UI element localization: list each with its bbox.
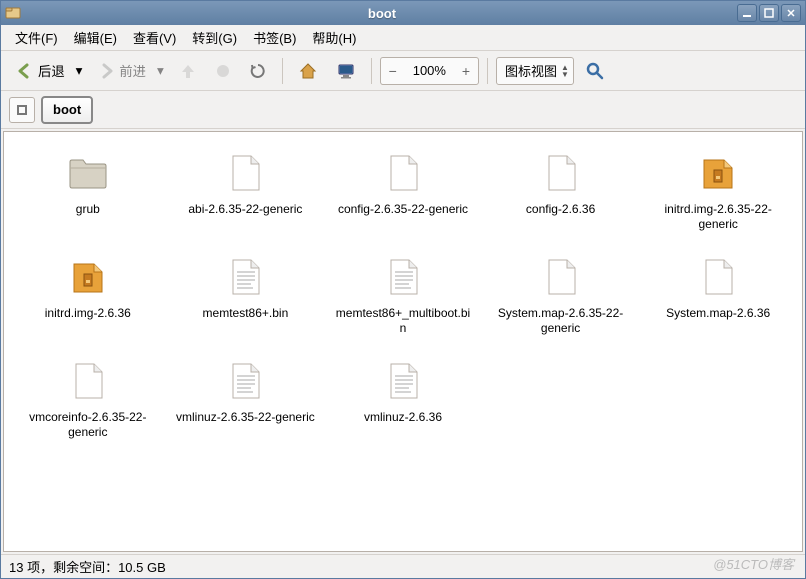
minimize-button[interactable] xyxy=(737,4,757,22)
file-label: memtest86+.bin xyxy=(203,306,289,321)
file-item[interactable]: initrd.img-2.6.35-22-generic xyxy=(644,146,792,232)
reload-icon xyxy=(249,62,267,80)
menubar: 文件(F) 编辑(E) 查看(V) 转到(G) 书签(B) 帮助(H) xyxy=(1,25,805,51)
file-icon xyxy=(377,146,429,198)
up-arrow-icon xyxy=(179,62,197,80)
reload-button[interactable] xyxy=(242,56,274,86)
file-icon xyxy=(692,250,744,302)
file-item[interactable]: memtest86+.bin xyxy=(172,250,320,336)
toolbar-separator xyxy=(371,58,372,84)
file-item[interactable]: abi-2.6.35-22-generic xyxy=(172,146,320,232)
home-icon xyxy=(298,61,318,81)
view-mode-label: 图标视图 xyxy=(505,61,557,80)
file-label: System.map-2.6.36 xyxy=(666,306,770,321)
statusbar: 13 项，剩余空间：10.5 GB xyxy=(1,554,805,578)
file-label: vmlinuz-2.6.36 xyxy=(364,410,442,425)
search-icon xyxy=(585,61,605,81)
titlebar: boot xyxy=(1,1,805,25)
back-dropdown[interactable]: ▾ xyxy=(72,56,87,86)
window: boot 文件(F) 编辑(E) 查看(V) 转到(G) 书签(B) 帮助(H)… xyxy=(0,0,806,579)
file-item[interactable]: grub xyxy=(14,146,162,232)
forward-arrow-icon xyxy=(97,62,115,80)
file-item[interactable]: initrd.img-2.6.36 xyxy=(14,250,162,336)
stop-icon xyxy=(215,63,231,79)
menu-edit[interactable]: 编辑(E) xyxy=(66,25,125,50)
forward-button: 前进 xyxy=(90,56,153,86)
file-item[interactable]: config-2.6.36 xyxy=(487,146,635,232)
file-item[interactable]: System.map-2.6.36 xyxy=(644,250,792,336)
back-button-group: 后退 ▾ xyxy=(9,56,86,86)
toolbar-separator xyxy=(487,58,488,84)
file-label: config-2.6.35-22-generic xyxy=(338,202,468,217)
app-icon xyxy=(5,5,21,21)
file-item[interactable]: System.map-2.6.35-22-generic xyxy=(487,250,635,336)
status-text: 13 项，剩余空间：10.5 GB xyxy=(9,557,166,576)
archive-icon xyxy=(62,250,114,302)
computer-button[interactable] xyxy=(329,56,363,86)
back-button[interactable]: 后退 xyxy=(9,56,72,86)
file-item[interactable]: vmcoreinfo-2.6.35-22-generic xyxy=(14,354,162,440)
window-title: boot xyxy=(27,6,737,21)
computer-icon xyxy=(336,61,356,81)
text-icon xyxy=(219,354,271,406)
toolbar: 后退 ▾ 前进 ▾ − 100% xyxy=(1,51,805,91)
menu-bookmarks[interactable]: 书签(B) xyxy=(245,25,304,50)
file-label: System.map-2.6.35-22-generic xyxy=(491,306,631,336)
menu-view[interactable]: 查看(V) xyxy=(125,25,184,50)
menu-go[interactable]: 转到(G) xyxy=(184,25,245,50)
search-button[interactable] xyxy=(578,56,612,86)
edit-icon xyxy=(17,105,27,115)
toolbar-separator xyxy=(282,58,283,84)
file-label: initrd.img-2.6.36 xyxy=(45,306,131,321)
back-arrow-icon xyxy=(16,62,34,80)
window-controls xyxy=(737,4,801,22)
file-item[interactable]: memtest86+_multiboot.bin xyxy=(329,250,477,336)
file-item[interactable]: vmlinuz-2.6.36 xyxy=(329,354,477,440)
zoom-out-button[interactable]: − xyxy=(381,63,405,79)
chevron-down-icon: ▾ xyxy=(76,63,83,79)
file-label: abi-2.6.35-22-generic xyxy=(188,202,302,217)
forward-label: 前进 xyxy=(119,61,146,80)
file-label: vmlinuz-2.6.35-22-generic xyxy=(176,410,315,425)
file-icon xyxy=(219,146,271,198)
file-label: initrd.img-2.6.35-22-generic xyxy=(648,202,788,232)
text-icon xyxy=(377,354,429,406)
file-item[interactable]: vmlinuz-2.6.35-22-generic xyxy=(172,354,320,440)
zoom-value: 100% xyxy=(405,63,454,78)
file-label: vmcoreinfo-2.6.35-22-generic xyxy=(18,410,158,440)
home-button[interactable] xyxy=(291,56,325,86)
up-button xyxy=(172,56,204,86)
file-label: config-2.6.36 xyxy=(526,202,595,217)
chevron-down-icon: ▾ xyxy=(157,63,164,79)
spinner-icon: ▲▼ xyxy=(561,64,569,78)
forward-button-group: 前进 ▾ xyxy=(90,56,167,86)
watermark: @51CTO博客 xyxy=(713,554,794,573)
file-label: grub xyxy=(76,202,100,217)
view-mode-selector[interactable]: 图标视图 ▲▼ xyxy=(496,57,574,85)
location-bar: boot xyxy=(1,91,805,129)
back-label: 后退 xyxy=(38,61,65,80)
file-icon xyxy=(535,146,587,198)
file-icon xyxy=(535,250,587,302)
file-item[interactable]: config-2.6.35-22-generic xyxy=(329,146,477,232)
zoom-in-button[interactable]: + xyxy=(454,63,478,79)
folder-icon xyxy=(62,146,114,198)
menu-file[interactable]: 文件(F) xyxy=(7,25,66,50)
close-button[interactable] xyxy=(781,4,801,22)
menu-help[interactable]: 帮助(H) xyxy=(304,25,364,50)
file-icon xyxy=(62,354,114,406)
location-edit-toggle[interactable] xyxy=(9,97,35,123)
text-icon xyxy=(219,250,271,302)
archive-icon xyxy=(692,146,744,198)
file-view[interactable]: grub abi-2.6.35-22-generic config-2.6.35-2… xyxy=(3,131,803,552)
forward-dropdown: ▾ xyxy=(153,56,168,86)
maximize-button[interactable] xyxy=(759,4,779,22)
text-icon xyxy=(377,250,429,302)
stop-button xyxy=(208,56,238,86)
breadcrumb-boot[interactable]: boot xyxy=(41,96,93,124)
file-label: memtest86+_multiboot.bin xyxy=(333,306,473,336)
file-grid: grub abi-2.6.35-22-generic config-2.6.35-2… xyxy=(14,146,792,440)
zoom-control: − 100% + xyxy=(380,57,479,85)
